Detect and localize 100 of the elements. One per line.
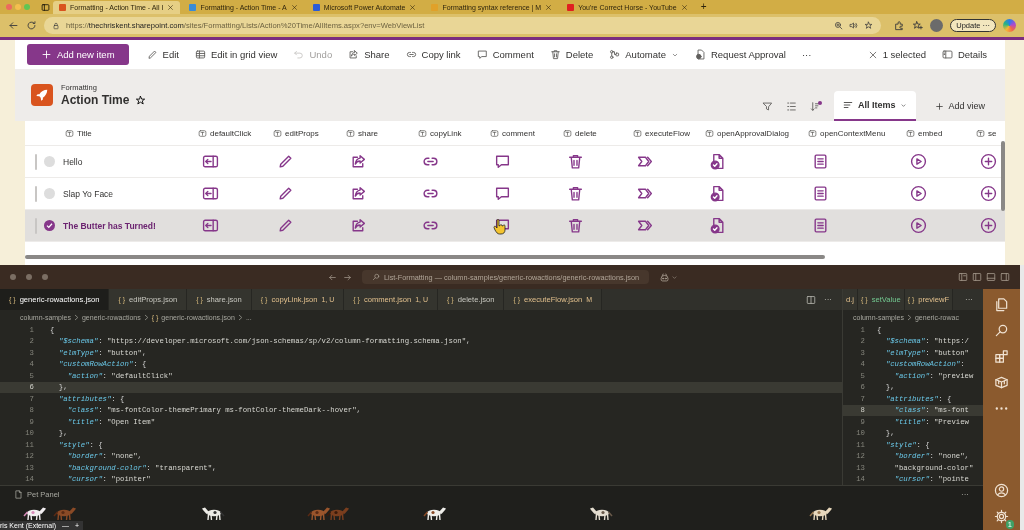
toolbar-button[interactable]: Copy link — [399, 46, 467, 63]
comment-icon[interactable] — [494, 153, 511, 170]
refresh-icon[interactable] — [26, 20, 37, 31]
more-button[interactable]: ··· — [965, 295, 973, 304]
close-icon[interactable] — [680, 3, 688, 11]
column-header[interactable]: copyLink — [430, 128, 462, 138]
split-editor-icon[interactable] — [806, 294, 816, 305]
column-header[interactable]: executeFlow — [645, 128, 690, 138]
copilot-icon[interactable] — [659, 271, 671, 283]
play-circle-icon[interactable] — [910, 217, 927, 234]
document-check-icon[interactable] — [709, 153, 726, 170]
item-title[interactable]: The Butter has Turned! — [63, 220, 156, 231]
star-icon[interactable] — [864, 21, 874, 30]
read-aloud-icon[interactable] — [849, 21, 859, 30]
row-check[interactable] — [44, 220, 55, 231]
toolbar-button[interactable]: Share — [342, 46, 396, 63]
files-icon[interactable] — [994, 297, 1009, 312]
plus-circle-icon[interactable] — [980, 153, 997, 170]
new-tab-button[interactable]: + — [700, 1, 707, 13]
more-button[interactable]: ··· — [961, 489, 969, 499]
column-header[interactable]: embed — [918, 128, 943, 138]
vertical-scrollbar[interactable] — [1001, 141, 1005, 211]
column-header[interactable]: defaultClick — [210, 128, 252, 138]
close-icon[interactable] — [167, 3, 175, 11]
item-title[interactable]: Slap Yo Face — [63, 188, 114, 199]
sidebar-icon[interactable] — [41, 2, 50, 12]
play-circle-icon[interactable] — [910, 185, 927, 202]
more-button[interactable]: ··· — [795, 46, 818, 63]
column-header[interactable]: Title — [77, 128, 92, 138]
plus-circle-icon[interactable] — [980, 217, 997, 234]
puzzle-icon[interactable] — [894, 20, 906, 31]
add-view-button[interactable]: Add view — [929, 100, 991, 112]
back-icon[interactable] — [8, 20, 19, 31]
minimize-window-button[interactable] — [26, 274, 32, 280]
close-icon[interactable] — [545, 3, 553, 11]
close-window-button[interactable] — [10, 274, 16, 280]
details-button[interactable]: Details — [935, 46, 993, 63]
sidebar-icon[interactable] — [972, 272, 982, 282]
column-header[interactable]: share — [358, 128, 378, 138]
box-icon[interactable] — [994, 375, 1009, 390]
document-check-icon[interactable] — [709, 185, 726, 202]
favorites-icon[interactable] — [912, 20, 924, 31]
toolbar-button[interactable]: Delete — [543, 46, 600, 63]
list-document-icon[interactable] — [812, 185, 829, 202]
settings-icon[interactable] — [994, 509, 1009, 524]
toolbar-button[interactable]: Automate — [603, 46, 685, 63]
filter-icon[interactable] — [761, 100, 773, 112]
toolbar-button[interactable]: Request Approval — [688, 46, 792, 63]
share-icon[interactable] — [350, 217, 367, 234]
close-icon[interactable] — [290, 3, 298, 11]
play-circle-icon[interactable] — [910, 153, 927, 170]
pencil-icon[interactable] — [277, 153, 294, 170]
pencil-icon[interactable] — [277, 185, 294, 202]
copilot-icon[interactable] — [1003, 19, 1016, 32]
list-document-icon[interactable] — [812, 217, 829, 234]
horizontal-scrollbar[interactable] — [25, 255, 825, 259]
list-settings-icon[interactable] — [785, 100, 797, 112]
search-icon[interactable] — [994, 323, 1009, 338]
share-icon[interactable] — [350, 153, 367, 170]
back-icon[interactable] — [327, 272, 337, 282]
extensions-icon[interactable] — [994, 349, 1009, 364]
column-header[interactable]: openApprovalDialog — [717, 128, 790, 138]
toolbar-button[interactable]: Add new item — [27, 44, 129, 65]
trash-icon[interactable] — [567, 153, 584, 170]
trash-icon[interactable] — [567, 185, 584, 202]
row-check[interactable] — [44, 156, 55, 167]
sort-icon[interactable] — [809, 100, 821, 112]
column-header[interactable]: delete — [575, 128, 597, 138]
list-row[interactable]: The Butter has Turned! — [25, 210, 1005, 242]
item-title[interactable]: Hello — [63, 156, 83, 167]
column-header[interactable]: comment — [502, 128, 535, 138]
account-icon[interactable] — [994, 483, 1009, 498]
column-header[interactable]: editProps — [285, 128, 319, 138]
list-document-icon[interactable] — [812, 153, 829, 170]
toolbar-button[interactable]: Comment — [470, 46, 540, 63]
layout-icon[interactable] — [958, 272, 968, 282]
close-icon[interactable] — [409, 3, 417, 11]
pencil-icon[interactable] — [277, 217, 294, 234]
forward-icon[interactable] — [342, 272, 352, 282]
chevron-icon — [143, 313, 149, 321]
list-row[interactable]: Hello — [25, 146, 1005, 178]
column-header[interactable]: se — [988, 128, 997, 138]
favorite-star-icon[interactable] — [135, 94, 147, 106]
share-icon[interactable] — [350, 185, 367, 202]
column-header[interactable]: openContextMenu — [820, 128, 886, 138]
zoom-icon[interactable] — [834, 21, 844, 30]
view-tab[interactable]: All Items — [833, 91, 917, 121]
plus-circle-icon[interactable] — [980, 185, 997, 202]
more-button[interactable]: ··· — [824, 295, 832, 304]
toolbar-button[interactable]: Edit in grid view — [188, 46, 284, 63]
row-check[interactable] — [44, 188, 55, 199]
trash-icon[interactable] — [567, 217, 584, 234]
clear-selection-button[interactable]: 1 selected — [861, 46, 932, 63]
comment-icon[interactable] — [494, 185, 511, 202]
zoom-window-button[interactable] — [42, 274, 48, 280]
document-check-icon[interactable] — [709, 217, 726, 234]
sidebar-icon[interactable] — [1000, 272, 1010, 282]
profile-avatar[interactable] — [930, 19, 944, 32]
panel-icon[interactable] — [986, 272, 996, 282]
toolbar-button[interactable]: Edit — [140, 46, 185, 63]
